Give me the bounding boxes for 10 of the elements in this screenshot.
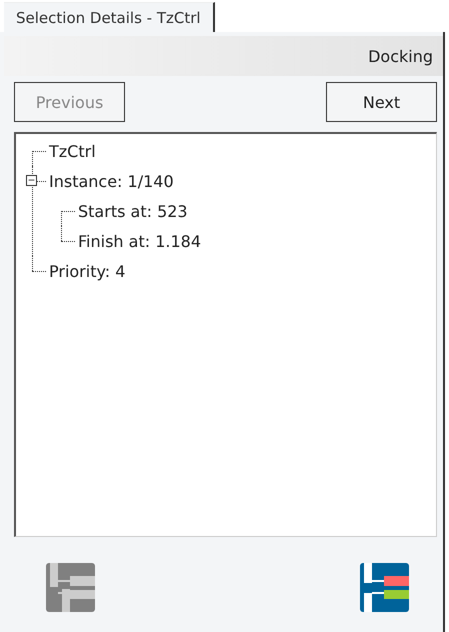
tree-item[interactable]: TzCtrl	[49, 142, 96, 160]
panel-tab[interactable]: Selection Details - TzCtrl	[4, 2, 215, 32]
tree-item[interactable]: Starts at: 523	[78, 202, 188, 220]
tree-item[interactable]: Priority: 4	[49, 262, 126, 280]
tree-view-icon[interactable]	[360, 563, 409, 612]
docking-bar[interactable]: Docking	[4, 36, 443, 76]
next-button[interactable]: Next	[326, 82, 437, 122]
tree-item[interactable]: Instance: 1/140	[49, 172, 174, 190]
tree-item[interactable]: Finish at: 1.184	[78, 232, 201, 250]
collapse-icon[interactable]	[26, 175, 37, 186]
